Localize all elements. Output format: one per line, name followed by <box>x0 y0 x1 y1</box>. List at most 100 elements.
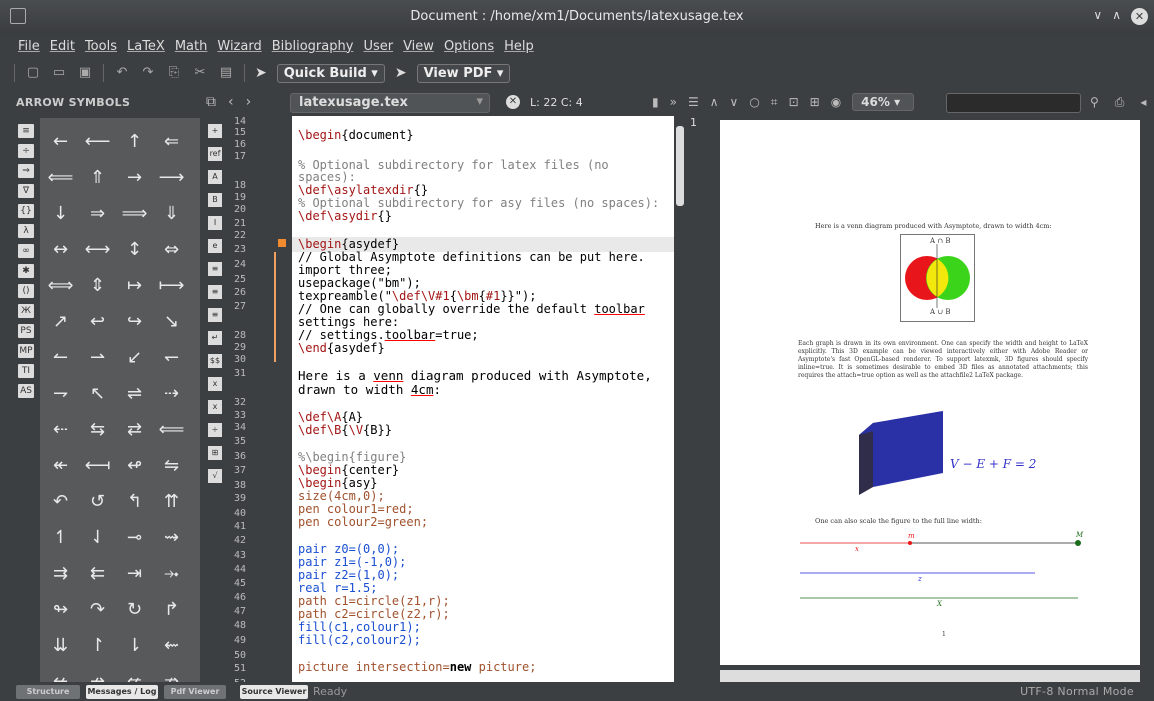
arrow-symbol-cell[interactable]: → <box>118 160 151 196</box>
arrow-symbol-cell[interactable]: ↿ <box>44 520 77 556</box>
menu-tools[interactable]: Tools <box>85 39 117 54</box>
asymptote-icon[interactable]: AS <box>18 384 34 398</box>
arrow-symbol-cell[interactable]: ⇥ <box>118 556 151 592</box>
pdf-search-input[interactable] <box>946 93 1081 113</box>
arrow-symbol-cell[interactable]: ⇌ <box>118 376 151 412</box>
pdf-horizontal-scrollbar[interactable] <box>720 670 1140 682</box>
arrow-symbol-cell[interactable]: ← <box>44 124 77 160</box>
arrow-symbol-cell[interactable]: ⇝ <box>155 520 188 556</box>
metapost-icon[interactable]: MP <box>18 344 34 358</box>
search-icon[interactable]: ⚲ <box>1090 95 1099 110</box>
page-down-icon[interactable]: ∨ <box>730 95 739 109</box>
arrow-symbol-cell[interactable]: ⟵ <box>81 124 114 160</box>
subscript-icon[interactable]: x <box>208 400 222 414</box>
tab-structure[interactable]: Structure <box>16 685 80 699</box>
tab-messages-log[interactable]: Messages / Log <box>86 685 158 699</box>
arrow-symbol-cell[interactable]: ↬ <box>44 592 77 628</box>
arrow-symbol-cell[interactable]: ↾ <box>81 628 114 664</box>
arrow-symbol-cell[interactable]: ↼ <box>44 340 77 376</box>
misc-math-icon[interactable]: ∞ <box>18 244 34 258</box>
menu-wizard[interactable]: Wizard <box>217 39 261 54</box>
arrow-symbol-cell[interactable]: ↽ <box>155 340 188 376</box>
zoom-level[interactable]: 46% ▾ <box>852 93 915 111</box>
italic-icon[interactable]: I <box>208 216 222 230</box>
arrow-symbol-cell[interactable]: ↪ <box>118 304 151 340</box>
undo-icon[interactable]: ↶ <box>114 65 130 81</box>
pstricks-icon[interactable]: PS <box>18 324 34 338</box>
arrow-symbol-cell[interactable]: ⇒ <box>81 196 114 232</box>
arrow-symbol-cell[interactable]: ⇉ <box>44 556 77 592</box>
play-icon[interactable]: ➤ <box>255 65 267 81</box>
arrow-symbol-cell[interactable]: ⇢ <box>155 376 188 412</box>
prev-arrow-icon[interactable]: ‹ <box>228 94 234 110</box>
menu-latex[interactable]: LaTeX <box>127 39 165 54</box>
menu-math[interactable]: Math <box>175 39 208 54</box>
arrow-symbol-cell[interactable]: ⇠ <box>44 412 77 448</box>
special-icon[interactable]: ✱ <box>18 264 34 278</box>
arrow-symbol-cell[interactable]: ↙ <box>118 340 151 376</box>
scrollbar-thumb[interactable] <box>676 126 684 206</box>
arrow-symbol-cell[interactable]: ↘ <box>155 304 188 340</box>
greek-icon[interactable]: λ <box>18 224 34 238</box>
menu-view[interactable]: View <box>403 39 434 54</box>
cyrillic-icon[interactable]: Ж <box>18 304 34 318</box>
font-size-icon[interactable]: A <box>208 170 222 184</box>
insert-icon[interactable]: + <box>208 124 222 138</box>
page-up-icon[interactable]: ∧ <box>710 95 719 109</box>
arrow-symbol-cell[interactable]: ⇔ <box>155 232 188 268</box>
paste-icon[interactable]: ▤ <box>218 65 234 81</box>
editor-scrollbar[interactable] <box>674 116 686 682</box>
arrow-symbol-cell[interactable]: ⇂ <box>118 628 151 664</box>
maximize-icon[interactable]: ∧ <box>1112 8 1121 25</box>
redo-icon[interactable]: ↷ <box>140 65 156 81</box>
arrow-symbol-cell[interactable]: ⇆ <box>81 412 114 448</box>
arrow-symbol-cell[interactable]: ⊸ <box>118 520 151 556</box>
quick-build-button[interactable]: Quick Build ▾ <box>276 63 385 83</box>
arrow-symbol-cell[interactable]: ⇊ <box>44 628 77 664</box>
eye-icon[interactable]: ◉ <box>831 95 841 109</box>
arrow-symbol-cell[interactable]: ⟺ <box>44 268 77 304</box>
structure-icon[interactable]: ≡ <box>18 124 34 138</box>
zoom-in-icon[interactable]: ⊞ <box>810 95 820 109</box>
arrow-symbol-cell[interactable]: ⇕ <box>81 268 114 304</box>
new-file-icon[interactable]: ▢ <box>25 65 41 81</box>
arrow-symbol-cell[interactable]: ↻ <box>118 592 151 628</box>
arrow-symbol-cell[interactable]: ↫ <box>118 448 151 484</box>
magnifier-icon[interactable]: ○ <box>749 95 759 109</box>
arrow-symbol-cell[interactable]: ↖ <box>81 376 114 412</box>
print-icon[interactable]: ⎙ <box>1115 95 1125 110</box>
arrow-symbol-cell[interactable]: ↔ <box>44 232 77 268</box>
table-icon[interactable]: ⊞ <box>208 446 222 460</box>
arrow-symbol-cell[interactable]: ⟹ <box>118 196 151 232</box>
newline-icon[interactable]: ↵ <box>208 331 222 345</box>
menu-user[interactable]: User <box>363 39 393 54</box>
menu-edit[interactable]: Edit <box>50 39 75 54</box>
operators-icon[interactable]: ÷ <box>18 144 34 158</box>
menu-options[interactable]: Options <box>444 39 494 54</box>
tab-source-viewer[interactable]: Source Viewer <box>240 685 308 699</box>
arrow-symbol-cell[interactable]: ⇑ <box>81 160 114 196</box>
pdf-sync-icon[interactable]: ▮ <box>652 95 659 109</box>
arrow-symbol-cell[interactable]: ⇀ <box>81 340 114 376</box>
tikz-icon[interactable]: TI <box>18 364 34 378</box>
double-arrow-icon[interactable]: » <box>670 95 677 109</box>
greek-upper-icon[interactable]: ∇ <box>18 184 34 198</box>
arrow-symbol-cell[interactable]: ⇄ <box>118 412 151 448</box>
open-folder-icon[interactable]: ▭ <box>51 65 67 81</box>
align-right-icon[interactable]: ≡ <box>208 308 222 322</box>
fraction-icon[interactable]: ÷ <box>208 423 222 437</box>
arrow-symbol-cell[interactable]: ⇃ <box>81 520 114 556</box>
pdf-menu-icon[interactable]: ☰ <box>688 95 699 109</box>
code-editor[interactable]: \begin{document} % Optional subdirectory… <box>292 116 674 682</box>
arrow-symbol-cell[interactable]: ↗ <box>44 304 77 340</box>
sqrt-icon[interactable]: √ <box>208 469 222 483</box>
arrow-symbol-cell[interactable]: ⇈ <box>155 484 188 520</box>
arrow-symbol-cell[interactable]: ↦ <box>118 268 151 304</box>
file-selector[interactable]: latexusage.tex ▾ <box>290 93 490 113</box>
arrow-symbol-cell[interactable]: ↞ <box>44 448 77 484</box>
menu-bibliography[interactable]: Bibliography <box>272 39 354 54</box>
copy-icon[interactable]: ⎘ <box>166 65 182 81</box>
align-left-icon[interactable]: ≡ <box>208 262 222 276</box>
minimize-icon[interactable]: ∨ <box>1093 8 1102 25</box>
arrow-symbol-cell[interactable]: ↶ <box>44 484 77 520</box>
